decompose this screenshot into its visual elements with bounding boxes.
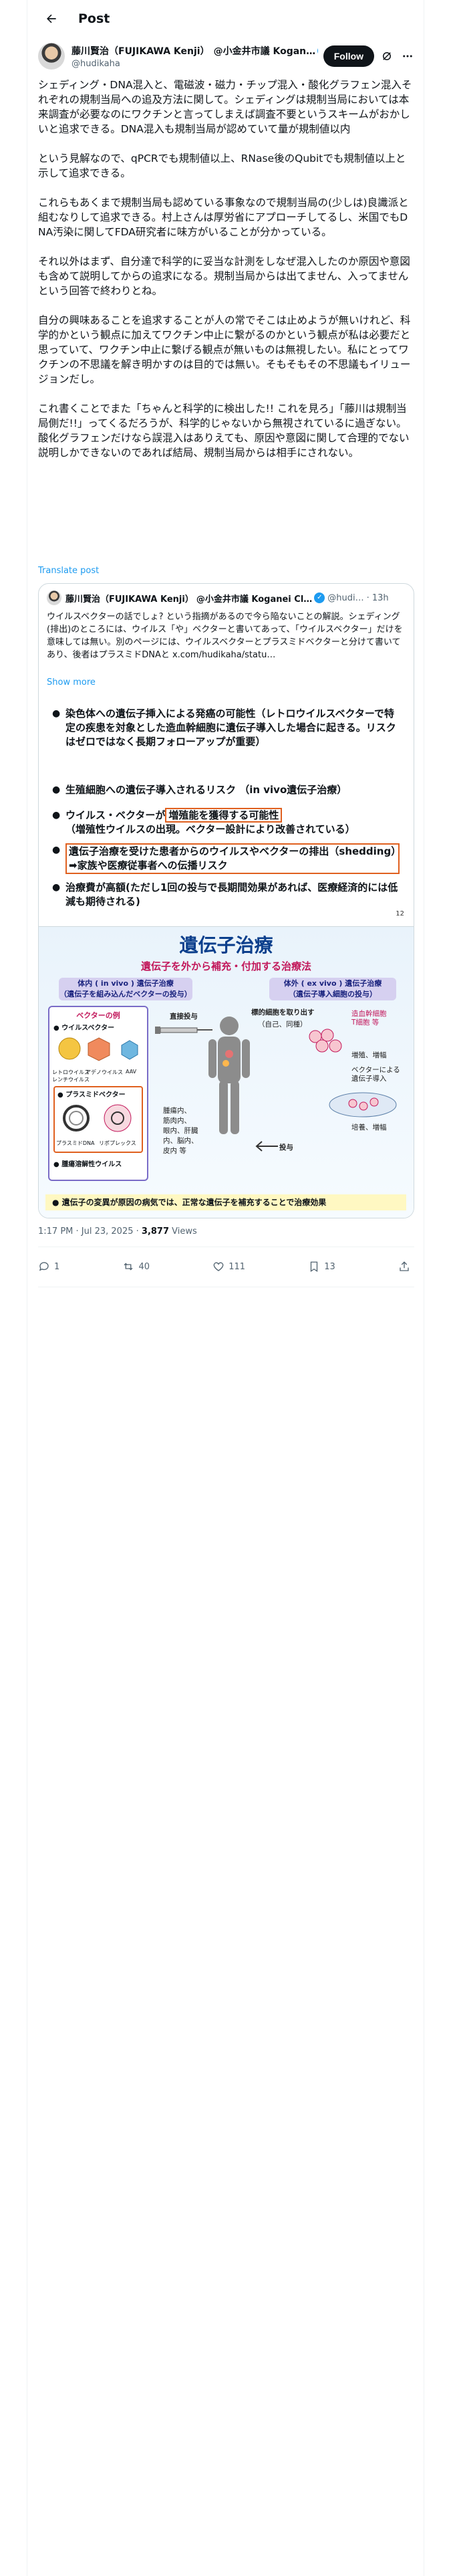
vector-label: ● プラスミドベクター [57,1091,126,1099]
culture-label: 培養、増幅 [351,1123,387,1132]
post-paragraph: それ以外はまず、自分達で科学的に妥当な計測をしなぜ混入したのか原因や意図も含めて… [38,255,410,297]
post-paragraph: シェディング・DNA混入と、電磁波・磁力・チップ混入・酸化グラフェン混入それぞれ… [38,79,412,135]
syringe-icon [155,1027,212,1034]
extract-cells-label: 標的細胞を取り出す [251,1008,315,1016]
plasmid-icons [63,1104,132,1132]
heart-icon [213,1262,224,1271]
verified-badge-icon: ✓ [314,593,325,603]
slide-bullet: ● ウイルス・ベクターが 増殖能を獲得する可能性 （増殖性ウイルスの出現。ベクター設… [52,808,355,835]
vector-label: アデノウイルス [86,1069,123,1075]
post-paragraph: 自分の興味あることを追求することが人の常でそこは止めようが無いけれど、科学的かと… [38,314,411,385]
quoted-post-age: · 13h [366,593,389,603]
repost-icon [124,1263,133,1271]
human-body-icon [208,1016,250,1134]
vector-label: ● 腫瘍溶解性ウイルス [53,1161,122,1168]
author-avatar[interactable] [38,43,65,70]
slide-bullet: ● 遺伝子治療を受けた患者からのウイルスやベクターの排出（shedding） ➡家… [52,843,406,874]
ex-vivo-box: 体外 ( ex vivo ) 遺伝子治療 （遺伝子導入細胞の投与） [269,978,396,1000]
post-meta: 1:17 PM · Jul 23, 2025 · 3,877 Views [38,1226,197,1237]
post-paragraph: これらもあくまで規制当局も認めている事象なので規制当局の(少しは)良識派と組むな… [38,197,409,238]
author-row: 藤川賢治（FUJIKAWA Kenji） @小金井市議 Kogan… ✓ @hu… [38,41,416,71]
back-button[interactable] [38,5,65,32]
quoted-author-handle: @hudi… [327,593,364,603]
author-name[interactable]: 藤川賢治（FUJIKAWA Kenji） [71,44,210,58]
post-timestamp[interactable]: 1:17 PM · Jul 23, 2025 [38,1226,134,1237]
views-count: 3,877 [141,1226,170,1237]
post-paragraph: これ書くことでまた「ちゃんと科学的に検出した!! これを見ろ」「藤川は規制当局側… [38,403,410,459]
vector-examples-panel: ベクターの例 ● ウイルスベクター レトロウイルス レンチウイルス アデノウイル… [48,1006,148,1181]
arrow-left-icon [255,1141,278,1152]
slide-bullet: ● 生殖細胞への遺伝子導入されるリスク （in vivo遺伝子治療） [52,784,347,796]
reply-button[interactable]: 1 [38,1261,59,1273]
vector-label: AAV [126,1069,137,1075]
slide-image-gene-therapy[interactable]: 遺伝子治療 遺伝子を外から補充・付加する治療法 体内 ( in vivo ) 遺… [39,926,414,1218]
plasmid-highlight-box: ● プラスミドベクター プラスミドDNA リポプレックス [53,1086,143,1153]
slide-title: 遺伝子治療 [179,934,273,956]
post-paragraph: という見解なので、qPCRでも規制値以上、RNase後のQubitでも規制値以上… [38,152,406,179]
bookmark-button[interactable]: 13 [308,1261,335,1273]
bookmark-count: 13 [324,1261,335,1272]
quoted-post-header: 藤川賢治（FUJIKAWA Kenji） @小金井市議 Koganei Cl… … [47,591,408,605]
cell-cluster-icon [309,1029,342,1053]
translate-post-link[interactable]: Translate post [38,566,99,576]
post-body: シェディング・DNA混入と、電磁波・磁力・チップ混入・酸化グラフェン混入それぞれ… [38,78,414,475]
repost-button[interactable]: 40 [122,1261,150,1273]
autologous-label: （自己、同種） [258,1021,307,1029]
quoted-author-name: 藤川賢治（FUJIKAWA Kenji） [65,594,194,605]
vector-label: リポプレックス [99,1140,136,1146]
slide-page-number: 12 [396,910,404,918]
post-column: Post 藤川賢治（FUJIKAWA Kenji） @小金井市議 Kogan… … [27,0,424,2576]
quoted-author-avatar [47,591,61,605]
slide-bullet: ● 治療費が高額(ただし1回の投与で長期間効果があれば、医療経済的には低減も期待さ… [52,881,398,907]
virus-vector-icons [58,1037,138,1061]
injection-sites-label: 腫瘍内、 筋肉内、 眼内、肝臓 内、脳内、 皮内 等 [163,1107,198,1155]
quoted-post-text: ウイルスベクターの話でしょ? という指摘があるので今ら陥ないことの解説。シェディ… [47,612,403,660]
share-button[interactable] [398,1261,414,1273]
culture-dish-icon [329,1092,397,1117]
in-vivo-box: 体内 ( in vivo ) 遺伝子治療 （遺伝子を組み込んだベクターの投与） [59,978,192,1000]
follow-button[interactable]: Follow [323,45,375,67]
reply-icon [39,1262,49,1271]
page-title: Post [78,11,110,26]
repost-count: 40 [138,1261,150,1272]
cell-type-label: 造血幹細胞 T細胞 等 [351,1010,387,1027]
author-names: 藤川賢治（FUJIKAWA Kenji） @小金井市議 Kogan… ✓ @hu… [71,44,318,69]
highlight-box: 遺伝子治療を受けた患者からのウイルスやベクターの排出（shedding） ➡家族… [65,843,406,874]
views-label: Views [172,1226,197,1237]
slide-footer: ● 遺伝子の変異が原因の病気では、正常な遺伝子を補充することで治療効果 [45,1194,406,1210]
vector-panel-header: ベクターの例 [76,1011,120,1020]
direct-dose-label: 直接投与 [170,1012,198,1021]
like-count: 111 [229,1261,246,1272]
proliferation-label: 増殖、増幅 [351,1051,387,1059]
administer-label: 投与 [279,1144,293,1152]
vector-transduction-label: ベクターによる 遺伝子導入 [351,1066,400,1083]
reply-count: 1 [54,1261,60,1272]
vector-label: レトロウイルス レンチウイルス [52,1069,90,1083]
quoted-author-affiliation: @小金井市議 Koganei Cl… [196,594,313,605]
back-arrow-icon [47,14,56,23]
slide-subtitle: 遺伝子を外から補充・付加する治療法 [140,960,311,972]
author-affiliation[interactable]: @小金井市議 Kogan… [214,44,316,58]
action-bar: 1 40 111 13 [38,1255,414,1279]
highlight-box: 増殖能を獲得する可能性 [165,808,283,823]
vector-label: プラスミドDNA [56,1140,95,1146]
more-options-icon[interactable] [399,47,416,65]
bookmark-icon [311,1261,318,1273]
slide-image-risks[interactable]: ● 染色体への遺伝子挿入による発癌の可能性（レトロウイルスベクターで特定の疾患を対… [39,695,414,925]
show-more-link[interactable]: Show more [47,677,96,687]
like-button[interactable]: 111 [212,1261,245,1273]
top-bar: Post [27,0,425,37]
share-icon [400,1261,409,1271]
author-handle[interactable]: @hudikaha [71,59,318,69]
vector-label: ● ウイルスベクター [53,1025,115,1032]
slide-bullet: ● 染色体への遺伝子挿入による発癌の可能性（レトロウイルスベクターで特定の疾患を対… [52,708,396,748]
grok-icon[interactable] [378,47,395,65]
quoted-post[interactable]: 藤川賢治（FUJIKAWA Kenji） @小金井市議 Koganei Cl… … [38,583,414,1218]
